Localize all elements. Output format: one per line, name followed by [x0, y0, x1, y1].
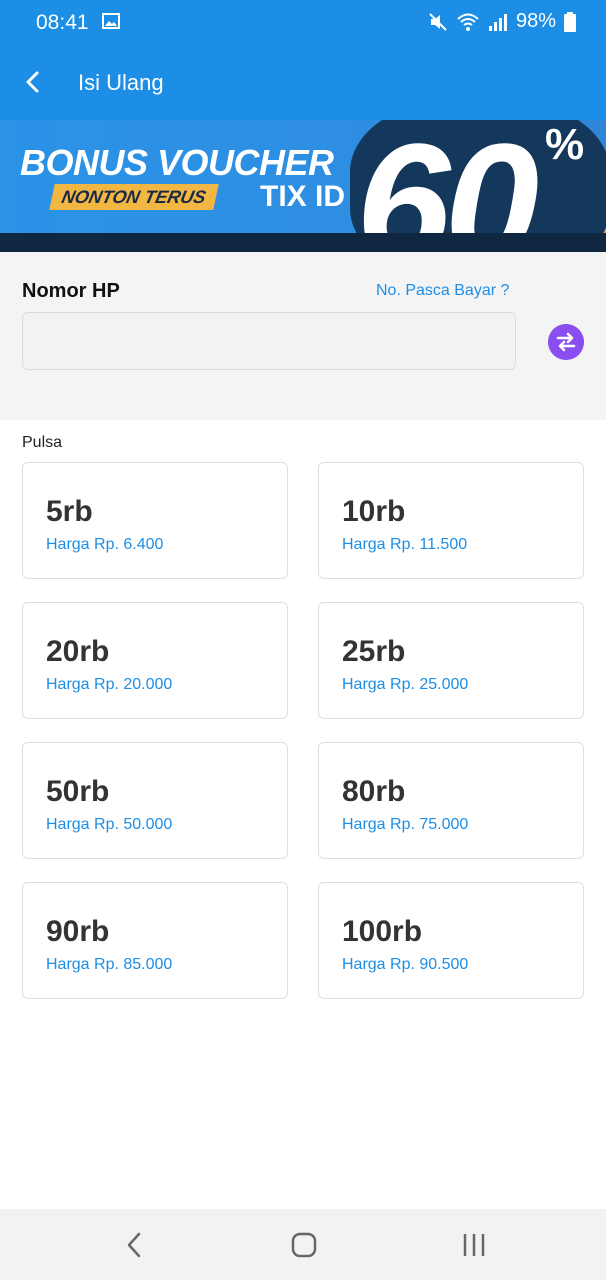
pulsa-tile-80rb[interactable]: 80rb Harga Rp. 75.000 — [318, 742, 584, 859]
banner-tagline: NONTON TERUS — [49, 184, 219, 210]
pulsa-price: Harga Rp. 50.000 — [46, 816, 173, 833]
banner-brand: TIX ID — [260, 180, 346, 213]
pulsa-amount: 90rb — [46, 915, 110, 948]
mute-icon — [429, 12, 447, 31]
signal-icon — [488, 13, 507, 31]
app-bar: Isi Ulang — [0, 46, 606, 120]
image-icon — [102, 13, 120, 29]
promo-banner[interactable]: BONUS VOUCHER NONTON TERUS TIX ID 60 % — [0, 120, 606, 252]
pulsa-price: Harga Rp. 90.500 — [342, 956, 469, 973]
phone-section: Nomor HP No. Pasca Bayar ? — [0, 252, 606, 420]
wifi-icon — [457, 13, 479, 31]
pulsa-tile-50rb[interactable]: 50rb Harga Rp. 50.000 — [22, 742, 288, 859]
pulsa-price: Harga Rp. 75.000 — [342, 816, 469, 833]
pulsa-tile-100rb[interactable]: 100rb Harga Rp. 90.500 — [318, 882, 584, 999]
status-bar: 08:41 98% — [0, 0, 606, 46]
page-title: Isi Ulang — [78, 70, 164, 95]
nav-recents-icon[interactable] — [456, 1227, 492, 1263]
pulsa-tile-10rb[interactable]: 10rb Harga Rp. 11.500 — [318, 462, 584, 579]
pulsa-amount: 20rb — [46, 635, 110, 668]
system-nav-bar — [0, 1209, 606, 1280]
banner-bottom-strip — [0, 233, 606, 252]
pulsa-tile-20rb[interactable]: 20rb Harga Rp. 20.000 — [22, 602, 288, 719]
pulsa-price: Harga Rp. 6.400 — [46, 536, 164, 553]
postpaid-link[interactable]: No. Pasca Bayar ? — [376, 282, 509, 300]
nav-home-icon[interactable] — [286, 1227, 322, 1263]
phone-number-input[interactable] — [22, 312, 516, 370]
status-icons: 98% — [428, 10, 576, 33]
pulsa-price: Harga Rp. 25.000 — [342, 676, 469, 693]
pulsa-tile-5rb[interactable]: 5rb Harga Rp. 6.400 — [22, 462, 288, 579]
banner-percent: % — [545, 120, 585, 169]
battery-icon — [564, 11, 576, 32]
pulsa-section-label: Pulsa — [22, 434, 63, 451]
pulsa-price: Harga Rp. 11.500 — [342, 536, 468, 553]
pulsa-price: Harga Rp. 85.000 — [46, 956, 173, 973]
pulsa-price: Harga Rp. 20.000 — [46, 676, 173, 693]
nav-back-icon[interactable] — [117, 1227, 153, 1263]
status-time: 08:41 — [36, 11, 89, 34]
swap-arrows-icon[interactable] — [548, 324, 584, 360]
pulsa-amount: 10rb — [342, 495, 406, 528]
pulsa-tile-25rb[interactable]: 25rb Harga Rp. 25.000 — [318, 602, 584, 719]
back-arrow-icon[interactable] — [18, 66, 50, 98]
pulsa-amount: 80rb — [342, 775, 406, 808]
battery-percent: 98% — [515, 10, 556, 32]
pulsa-tile-90rb[interactable]: 90rb Harga Rp. 85.000 — [22, 882, 288, 999]
pulsa-amount: 5rb — [46, 495, 93, 528]
banner-headline: BONUS VOUCHER — [20, 142, 334, 183]
phone-label: Nomor HP — [22, 280, 120, 302]
pulsa-amount: 25rb — [342, 635, 406, 668]
pulsa-amount: 50rb — [46, 775, 110, 808]
pulsa-amount: 100rb — [342, 915, 423, 948]
